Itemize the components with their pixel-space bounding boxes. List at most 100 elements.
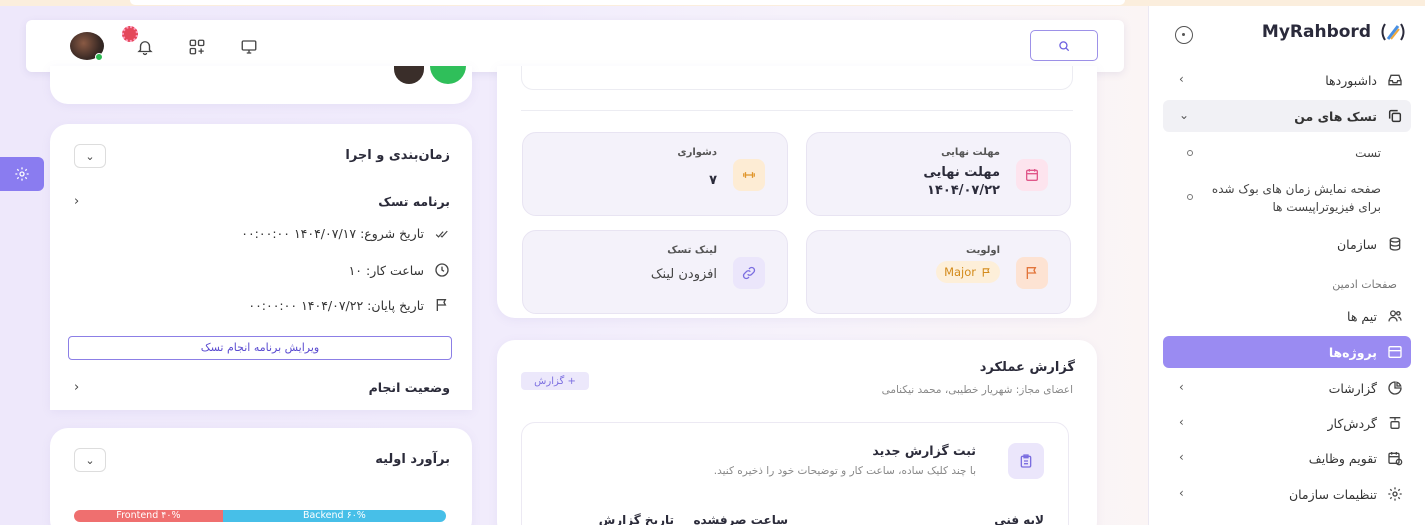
workflow-icon <box>1385 413 1405 433</box>
settings-float-button[interactable] <box>0 157 44 191</box>
link-icon <box>733 257 765 289</box>
end-date-text: تاریخ پایان: ۱۴۰۴/۰۷/۲۲ ۰۰:۰۰:۰۰ <box>248 297 424 313</box>
inbox-icon <box>1385 70 1405 90</box>
sidebar-subitem-physio[interactable]: صفحه نمایش زمان های بوک شده برای فیزیوتر… <box>1163 180 1411 216</box>
status-title: وضعیت انجام <box>368 380 450 395</box>
search-button[interactable] <box>1030 30 1098 61</box>
admin-section-label: صفحات ادمین <box>1332 278 1397 291</box>
info-row-partial <box>521 66 1073 90</box>
assignee-avatar-green <box>430 66 466 84</box>
sidebar-item-label: تقویم وظایف <box>1308 450 1377 466</box>
link-tile[interactable]: لینک تسک افزودن لینک <box>522 230 788 314</box>
end-date-row: تاریخ پایان: ۱۴۰۴/۰۷/۲۲ ۰۰:۰۰:۰۰ <box>248 297 450 313</box>
link-label: لینک تسک <box>667 245 717 256</box>
double-check-icon <box>435 230 448 238</box>
copy-icon <box>1385 106 1405 126</box>
gear-icon <box>1385 484 1405 504</box>
report-card: گزارش عملکرد اعضای مجاز: شهریار خطیبی، م… <box>497 340 1097 525</box>
sidebar-item-teams[interactable]: تیم ها <box>1163 300 1411 332</box>
search-icon <box>1059 40 1070 51</box>
sidebar-subitem-label: صفحه نمایش زمان های بوک شده برای فیزیوتر… <box>1211 182 1381 214</box>
priority-label: اولویت <box>965 245 1000 256</box>
add-report-badge[interactable]: + گزارش <box>521 372 589 390</box>
new-report-card: ثبت گزارش جدید با چند کلیک ساده، ساعت کا… <box>521 422 1069 525</box>
schedule-title: زمان‌بندی و اجرا <box>345 148 450 163</box>
circle-icon <box>1187 150 1193 156</box>
estimate-card: برآورد اولیه ⌄ Frontend ۴۰% Backend ۶۰% <box>50 428 472 525</box>
report-title: گزارش عملکرد <box>979 360 1075 375</box>
priority-tile: اولویت Major <box>806 230 1071 314</box>
clock-icon <box>435 263 449 277</box>
pie-chart-icon <box>1385 378 1405 398</box>
deadline-tile: مهلت نهایی مهلت نهایی ۱۴۰۴/۰۷/۲۲ <box>806 132 1071 216</box>
sidebar-item-org-settings[interactable]: تنظیمات سازمان › <box>1163 478 1411 510</box>
monitor-icon[interactable] <box>238 36 260 58</box>
sidebar-item-organization[interactable]: سازمان <box>1163 228 1411 260</box>
sidebar-item-label: پروژه‌ها <box>1328 344 1377 360</box>
assignee-avatar <box>394 66 424 84</box>
priority-badge: Major <box>936 261 1000 283</box>
difficulty-tile: دشواری ۷ <box>522 132 788 216</box>
edit-schedule-button[interactable]: ویرایش برنامه انجام تسک <box>68 336 452 360</box>
sidebar-item-label: تنظیمات سازمان <box>1288 486 1377 502</box>
schedule-card: زمان‌بندی و اجرا ⌄ برنامه تسک ‹ تاریخ شر… <box>50 124 472 410</box>
chevron-right-icon: › <box>1179 450 1184 464</box>
sidebar-item-my-tasks[interactable]: تسک های من ⌄ <box>1163 100 1411 132</box>
sidebar: MyRahbord داشبوردها › تسک های من ⌄ تست ص… <box>1148 6 1425 525</box>
program-title: برنامه تسک <box>378 194 450 209</box>
database-icon <box>1385 234 1405 254</box>
sidebar-item-task-calendar[interactable]: تقویم وظایف › <box>1163 442 1411 474</box>
divider <box>521 110 1073 111</box>
chevron-right-icon: › <box>1179 415 1184 429</box>
chevron-right-icon: › <box>1179 380 1184 394</box>
chevron-right-icon: › <box>1179 486 1184 500</box>
new-report-desc: با چند کلیک ساده، ساعت کار و توضیحات خود… <box>713 465 976 477</box>
layout-icon <box>1385 342 1405 362</box>
col-hours: ساعت صرفشده <box>693 513 788 525</box>
chevron-right-icon: › <box>1179 72 1184 86</box>
add-link[interactable]: افزودن لینک <box>651 267 717 282</box>
difficulty-value: ۷ <box>709 173 717 188</box>
sidebar-item-dashboards[interactable]: داشبوردها › <box>1163 64 1411 96</box>
calendar-icon <box>1016 159 1048 191</box>
apps-icon[interactable] <box>186 36 208 58</box>
estimate-progress-bar: Frontend ۴۰% Backend ۶۰% <box>74 510 446 522</box>
sidebar-item-label: گزارشات <box>1328 380 1377 396</box>
chevron-down-icon: ⌄ <box>85 453 95 467</box>
sidebar-item-label: تسک های من <box>1294 108 1377 124</box>
sidebar-item-label: سازمان <box>1336 236 1377 252</box>
work-hours-row: ساعت کار: ۱۰ <box>349 262 450 278</box>
top-bar <box>26 20 1124 72</box>
sidebar-item-workflow[interactable]: گردش‌کار › <box>1163 407 1411 439</box>
col-layer: لایه فنی <box>994 513 1044 525</box>
flag-icon <box>436 299 447 311</box>
sidebar-item-label: تیم ها <box>1347 308 1377 324</box>
deadline-date: ۱۴۰۴/۰۷/۲۲ <box>927 183 1000 198</box>
col-date: تاریخ گزارش <box>598 513 674 525</box>
bell-icon[interactable] <box>134 36 156 58</box>
start-date-row: تاریخ شروع: ۱۴۰۴/۰۷/۱۷ ۰۰:۰۰:۰۰ <box>241 226 450 241</box>
chevron-left-icon[interactable]: ‹ <box>74 380 79 395</box>
sidebar-item-label: گردش‌کار <box>1327 415 1377 431</box>
collapse-sidebar-button[interactable] <box>1175 26 1193 44</box>
circle-icon <box>1187 194 1193 200</box>
progress-segment: Frontend ۴۰% <box>74 510 223 522</box>
report-members: اعضای مجاز: شهریار خطیبی، محمد نیکنامی <box>881 384 1073 396</box>
brand[interactable]: MyRahbord <box>1262 20 1407 44</box>
brand-name: MyRahbord <box>1261 22 1371 42</box>
estimate-toggle[interactable]: ⌄ <box>74 448 106 472</box>
sidebar-item-reports[interactable]: گزارشات › <box>1163 372 1411 404</box>
deadline-value: مهلت نهایی <box>923 165 1000 180</box>
dumbbell-icon <box>733 159 765 191</box>
estimate-title: برآورد اولیه <box>375 452 450 467</box>
start-date-text: تاریخ شروع: ۱۴۰۴/۰۷/۱۷ ۰۰:۰۰:۰۰ <box>241 226 424 241</box>
chevron-left-icon[interactable]: ‹ <box>74 194 79 209</box>
deadline-label: مهلت نهایی <box>941 147 1000 158</box>
sidebar-subitem-test[interactable]: تست <box>1163 144 1411 162</box>
gear-icon <box>15 167 29 181</box>
sidebar-item-projects[interactable]: پروژه‌ها <box>1163 336 1411 368</box>
assignee-card <box>50 66 472 104</box>
flag-icon <box>1016 257 1048 289</box>
schedule-toggle[interactable]: ⌄ <box>74 144 106 168</box>
avatar[interactable] <box>70 32 104 61</box>
